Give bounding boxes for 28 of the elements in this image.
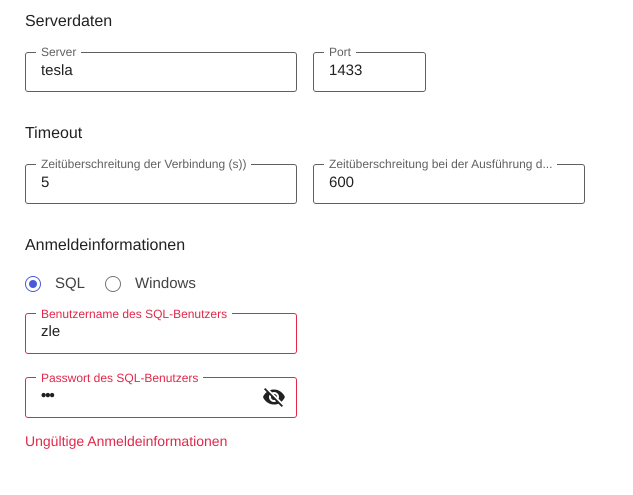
field-label: Passwort des SQL-Benutzers: [40, 372, 200, 384]
field-value: 1433: [329, 60, 364, 81]
section-heading: Timeout: [25, 124, 84, 144]
radio-label: SQL: [55, 274, 86, 294]
radio-label: Windows: [135, 274, 196, 294]
field-label: Benutzername des SQL-Benutzers: [40, 308, 228, 320]
field-value: zle: [41, 322, 62, 342]
section-heading: Serverdaten: [25, 12, 114, 32]
field-value: •••: [41, 386, 56, 406]
field-label: Zeitüberschreitung der Verbindung (s)): [40, 158, 248, 170]
error-message: Ungültige Anmeldeinformationen: [25, 432, 228, 451]
field-value: tesla: [41, 60, 74, 81]
field-value: 5: [41, 172, 50, 193]
field-label: Port: [328, 46, 352, 58]
radio-button[interactable]: [25, 276, 41, 292]
password-field[interactable]: Passwort des SQL-Benutzers •••: [25, 372, 297, 418]
field-label: Zeitüberschreitung bei der Ausführung d...: [328, 158, 554, 170]
text-field[interactable]: Benutzername des SQL-Benutzers zle: [25, 308, 297, 354]
text-field[interactable]: Port 1433: [313, 46, 426, 92]
section-heading: Anmeldeinformationen: [25, 236, 186, 256]
text-field[interactable]: Zeitüberschreitung der Verbindung (s)) 5: [25, 158, 297, 204]
radio-option[interactable]: SQL: [25, 273, 86, 296]
text-field[interactable]: Zeitüberschreitung bei der Ausführung d... 600: [313, 158, 585, 204]
field-label: Server: [40, 46, 78, 58]
radio-button[interactable]: [105, 276, 122, 292]
field-value: 600: [329, 172, 356, 193]
radio-option[interactable]: Windows: [105, 273, 196, 296]
text-field[interactable]: Server tesla: [25, 46, 297, 92]
